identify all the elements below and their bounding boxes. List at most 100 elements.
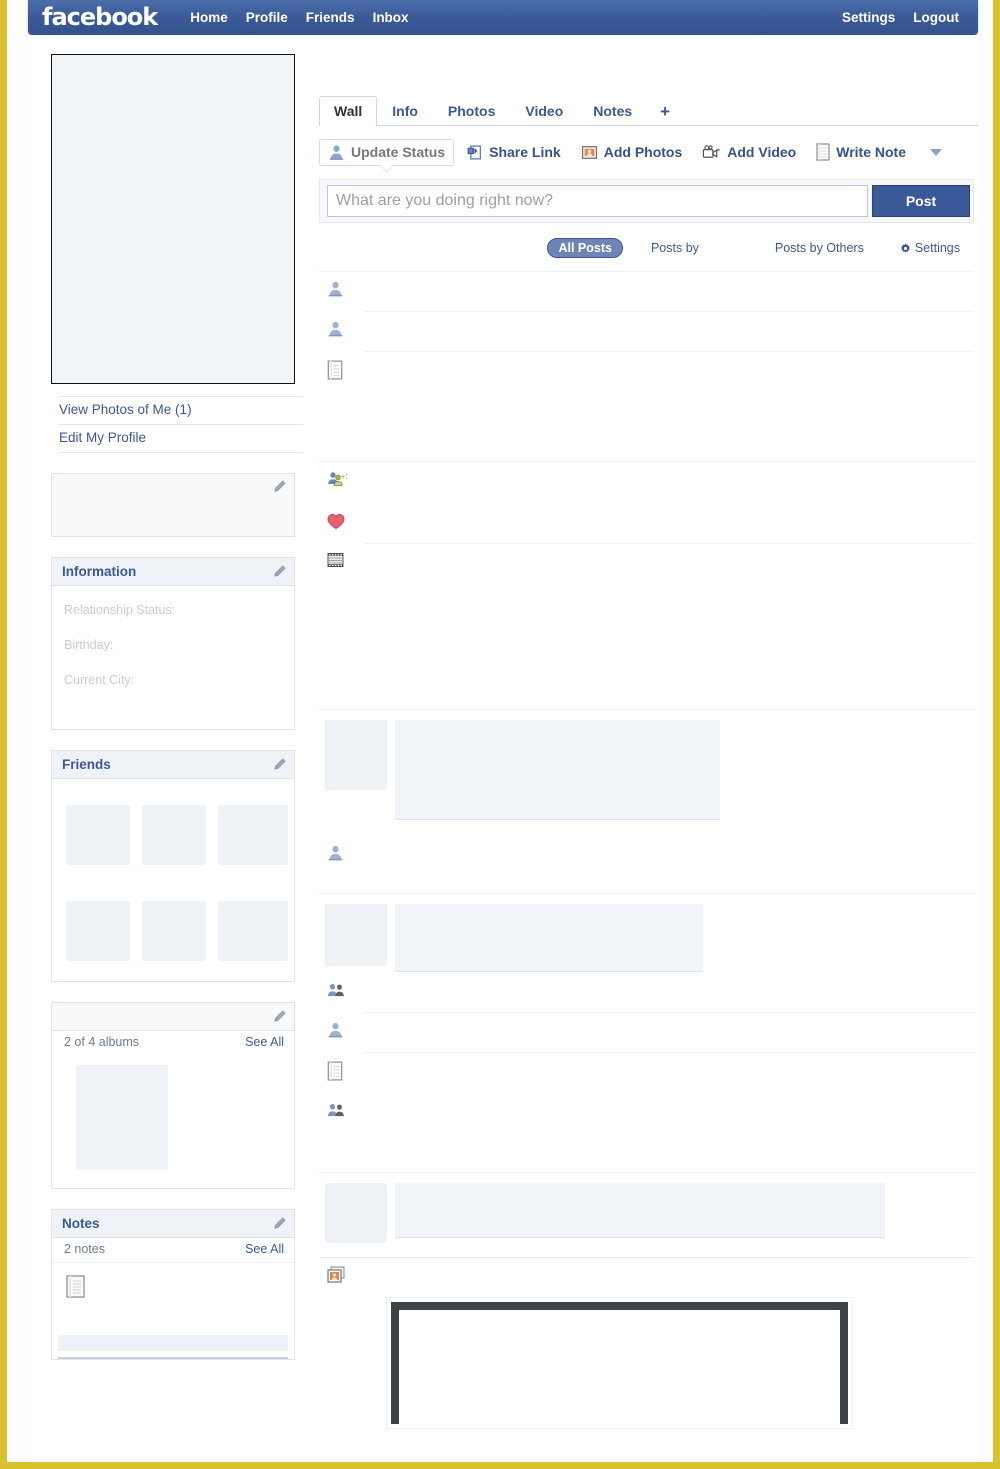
nav-friends[interactable]: Friends [297, 6, 364, 30]
heart-icon [327, 513, 351, 535]
feed-story[interactable] [319, 1258, 974, 1290]
friend-add-icon: +1 [327, 470, 351, 493]
tab-video[interactable]: Video [510, 96, 578, 125]
information-box: Information Relationship Status: Birthda… [51, 557, 295, 730]
feed-story[interactable] [319, 352, 974, 393]
feed-story[interactable] [319, 501, 974, 543]
avatar[interactable] [325, 1183, 387, 1243]
note-item[interactable] [66, 1275, 294, 1299]
nav-settings[interactable]: Settings [833, 6, 904, 30]
friends-title: Friends [62, 757, 111, 772]
pencil-icon[interactable] [272, 480, 286, 494]
friend-thumbnail[interactable] [218, 805, 288, 865]
filter-posts-by-others[interactable]: Posts by Others [767, 239, 872, 258]
album-thumbnail[interactable] [76, 1065, 168, 1170]
profile-tabs: Wall Info Photos Video Notes + [319, 90, 978, 126]
information-title: Information [62, 564, 137, 579]
friends-box-header: Friends [52, 751, 294, 779]
video-icon [703, 144, 720, 158]
avatar[interactable] [325, 720, 387, 790]
notes-box-header: Notes [52, 1210, 294, 1238]
filter-all-posts[interactable]: All Posts [547, 237, 623, 259]
feed-story[interactable] [319, 1094, 974, 1132]
feed-story[interactable] [319, 1053, 974, 1094]
pencil-icon[interactable] [272, 1216, 286, 1231]
feed-spacer [319, 1132, 974, 1172]
feed-story[interactable] [319, 544, 974, 581]
feed-story[interactable] [319, 826, 974, 875]
feed-story[interactable] [319, 312, 974, 351]
nav-home[interactable]: Home [181, 6, 237, 30]
person-icon [327, 844, 351, 867]
photo-album-icon [327, 1266, 351, 1290]
feed-comment-block[interactable] [319, 1173, 974, 1249]
friend-thumbnail[interactable] [66, 901, 130, 961]
tab-notes[interactable]: Notes [578, 96, 647, 125]
pencil-icon[interactable] [272, 757, 286, 772]
notes-title: Notes [62, 1216, 100, 1231]
notes-box: Notes 2 notes See All [51, 1209, 295, 1360]
information-box-body: Relationship Status: Birthday: Current C… [52, 586, 294, 729]
svg-text:+1: +1 [341, 474, 347, 481]
person-icon [327, 320, 351, 343]
feed-comment-block[interactable] [319, 710, 974, 826]
info-relationship-status: Relationship Status: [64, 603, 176, 617]
link-icon [467, 144, 482, 160]
note-icon [327, 360, 351, 385]
feed-story[interactable]: +1 [319, 462, 974, 501]
nav-inbox[interactable]: Inbox [364, 6, 418, 30]
view-photos-of-me-link[interactable]: View Photos of Me (1) [59, 396, 303, 425]
person-icon [329, 144, 344, 160]
pencil-icon[interactable] [272, 564, 286, 579]
status-input[interactable] [327, 185, 868, 217]
gear-icon [900, 243, 910, 253]
share-link-button[interactable]: Share Link [458, 140, 569, 165]
facebook-logo[interactable]: facebook [42, 5, 158, 31]
pencil-icon[interactable] [272, 1009, 286, 1024]
main-content-column: Wall Info Photos Video Notes + Update St… [312, 36, 978, 1428]
albums-see-all-link[interactable]: See All [245, 1035, 284, 1049]
status-composer: Post [319, 179, 974, 223]
notes-count-row: 2 notes See All [52, 1238, 294, 1263]
feed-story[interactable] [319, 978, 974, 1012]
feed-story[interactable] [319, 272, 974, 311]
write-note-button[interactable]: Write Note [808, 139, 914, 165]
tab-photos[interactable]: Photos [433, 96, 510, 125]
friend-thumbnail[interactable] [142, 901, 206, 961]
photo-icon [581, 145, 597, 159]
feed-photo[interactable] [387, 1298, 852, 1428]
left-sidebar: View Photos of Me (1) Edit My Profile In… [30, 36, 303, 1360]
profile-photo[interactable] [51, 54, 295, 384]
photos-box: 2 of 4 albums See All [51, 1002, 295, 1189]
update-status-button[interactable]: Update Status [319, 138, 455, 166]
composer-tool-strip: Update Status Share Link Add Photos Add … [319, 137, 978, 167]
feed-story[interactable] [319, 1013, 974, 1052]
chevron-down-icon[interactable] [929, 148, 942, 156]
tab-add-icon[interactable]: + [647, 98, 683, 125]
feed-filter-bar: All Posts Posts by Posts by Others Setti… [312, 237, 968, 259]
post-button[interactable]: Post [872, 185, 970, 217]
top-navigation-bar: facebook Home Profile Friends Inbox Sett… [28, 0, 978, 35]
filter-posts-by[interactable]: Posts by [643, 239, 707, 258]
note-placeholder-strip [58, 1335, 288, 1351]
information-box-header: Information [52, 558, 294, 586]
feed-comment-block[interactable] [319, 894, 974, 978]
feed-settings-button[interactable]: Settings [892, 239, 968, 258]
notes-count: 2 notes [64, 1242, 106, 1256]
edit-my-profile-link[interactable]: Edit My Profile [59, 425, 303, 453]
add-video-button[interactable]: Add Video [694, 140, 804, 165]
photos-box-header [52, 1003, 294, 1031]
friend-thumbnail[interactable] [142, 805, 206, 865]
tab-wall[interactable]: Wall [319, 96, 378, 126]
notes-see-all-link[interactable]: See All [245, 1242, 284, 1256]
add-photos-button[interactable]: Add Photos [573, 140, 691, 165]
friend-thumbnail[interactable] [218, 901, 288, 961]
nav-logout[interactable]: Logout [904, 6, 968, 30]
nav-profile[interactable]: Profile [237, 6, 297, 30]
two-people-icon [327, 1102, 351, 1124]
feed-photo-inner [391, 1302, 848, 1424]
avatar[interactable] [325, 904, 387, 966]
friend-thumbnail[interactable] [66, 805, 130, 865]
tab-info[interactable]: Info [377, 96, 433, 125]
feed-spacer [319, 393, 974, 461]
